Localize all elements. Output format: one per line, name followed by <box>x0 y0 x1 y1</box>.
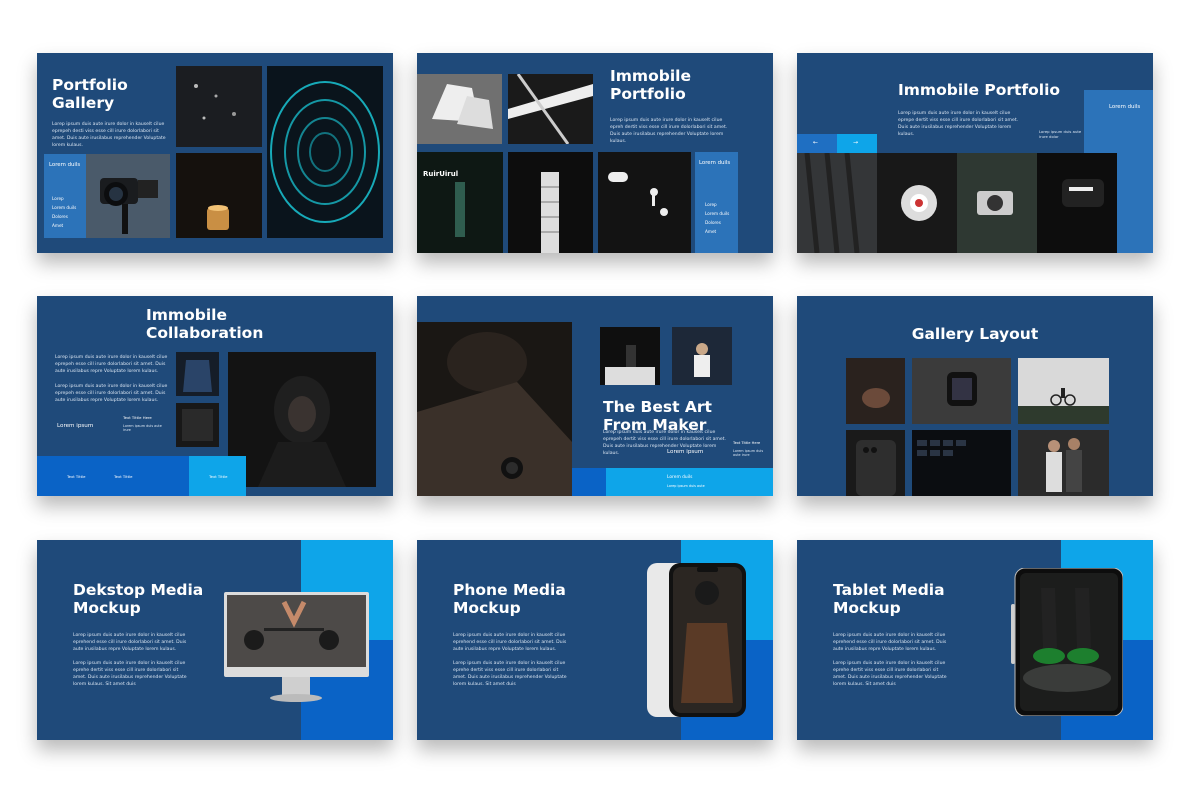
nav-left-button[interactable]: ← <box>797 134 837 153</box>
slide-tablet-mockup[interactable]: Tablet Media Mockup Lorep ipsum duis aut… <box>797 540 1153 740</box>
slide-body-2: Lorep ipsum duis aute irure dolor in kau… <box>453 661 567 688</box>
info-item: Lorem duils <box>705 211 730 216</box>
slide-title: Gallery Layout <box>911 325 1039 343</box>
tab-bar: Text Tittle Text Tittle <box>37 456 189 496</box>
watch-arm-photo <box>417 322 572 496</box>
denim-jacket-photo <box>176 352 219 396</box>
slide-gallery-layout[interactable]: Gallery Layout <box>797 296 1153 496</box>
slide-title: Portfolio Gallery <box>52 76 128 112</box>
bar-label: Lorem duils <box>667 475 693 480</box>
bottom-bar: Lorem duils Lorep ipsum duis aute <box>606 468 773 496</box>
slide-title: Tablet Media Mockup <box>833 581 945 617</box>
smartwatch-photo <box>1037 153 1117 253</box>
tunnel-photo <box>267 66 383 238</box>
bar-small: Lorep ipsum duis aute <box>667 484 705 488</box>
slide-best-art[interactable]: The Best Art From Maker Lorep ipsum duis… <box>417 296 773 496</box>
info-item: Lorem duils <box>52 205 77 210</box>
info-box-title: Lorem duils <box>49 162 81 168</box>
slide-desktop-mockup[interactable]: Dekstop Media Mockup Lorep ipsum duis au… <box>37 540 393 740</box>
info-item: Lorep <box>52 196 64 201</box>
nav-right-button[interactable]: → <box>837 134 877 153</box>
slide-title: Immobile Collaboration <box>146 306 264 342</box>
slide-title: Dekstop Media Mockup <box>73 581 204 617</box>
clothing-photo <box>176 403 219 447</box>
headphones-photo <box>877 153 957 253</box>
info-item: Dolores <box>705 220 721 225</box>
slide-body: Lorep ipsum duis aute irure dolor in kau… <box>52 122 166 149</box>
slide-immobile-portfolio[interactable]: Immobile Portfolio Lorep ipsum duis aute… <box>417 53 773 253</box>
info-box-title: Lorem duils <box>1109 104 1141 110</box>
info-small-text: Lorep ipsum duis aute irure dolor <box>1039 129 1082 139</box>
slide-title: Immobile Portfolio <box>898 81 1061 99</box>
bar-segment <box>572 468 606 496</box>
slide-body: Lorep ipsum duis aute irure dolor in kau… <box>898 111 1019 138</box>
mini-title: Text Tittle Here <box>733 441 761 445</box>
hooded-man-photo <box>228 352 376 487</box>
phone-device <box>647 563 746 717</box>
tab-active[interactable]: Text Tittle <box>189 456 246 496</box>
info-item: Amet <box>52 223 64 228</box>
candle-photo <box>176 153 262 238</box>
slide-body-2: Lorep ipsum duis aute irure dolor in kau… <box>55 384 168 404</box>
arrow-left-icon: ← <box>813 139 819 146</box>
info-item: Amet <box>705 229 717 234</box>
slide-body-1: Lorep ipsum duis aute irure dolor in kau… <box>55 355 168 375</box>
sneaker-photo <box>417 74 502 144</box>
hand-photo <box>846 358 905 424</box>
mini-title: Text Tittle Here <box>123 415 152 420</box>
slide-immobile-collaboration[interactable]: Immobile Collaboration Lorep ipsum duis … <box>37 296 393 496</box>
phone-photo <box>846 430 905 496</box>
tab-label[interactable]: Text Tittle <box>114 474 133 479</box>
dark-texture-photo <box>176 66 262 147</box>
slide-body-1: Lorep ipsum duis aute irure dolor in kau… <box>73 633 187 653</box>
info-box: Lorem duils Lorep Lorem duils Dolores Am… <box>695 152 738 253</box>
slide-body: Lorep ipsum duis aute irure dolor in kau… <box>610 118 728 145</box>
model-photo-2 <box>672 327 732 385</box>
slide-body-1: Lorep ipsum duis aute irure dolor in kau… <box>453 633 567 653</box>
neon-street-photo: RuirUirul <box>417 152 503 253</box>
camera-photo <box>86 154 170 238</box>
architecture-photo <box>508 74 593 144</box>
slide-body-2: Lorep ipsum duis aute irure dolor in kau… <box>833 661 947 688</box>
jacket-photo <box>797 153 877 253</box>
sign-text: RuirUirul <box>423 170 459 178</box>
info-item: Dolores <box>52 214 68 219</box>
tablet-device <box>1011 567 1124 717</box>
slide-body-1: Lorep ipsum duis aute irure dolor in kau… <box>833 633 947 653</box>
slide-phone-mockup[interactable]: Phone Media Mockup Lorep ipsum duis aute… <box>417 540 773 740</box>
label-text: Lorem ipsum <box>57 423 94 429</box>
earbuds-photo <box>598 152 691 253</box>
arrow-right-icon: → <box>853 139 859 146</box>
slide-immobile-portfolio-2[interactable]: Immobile Portfolio Lorep ipsum duis aute… <box>797 53 1153 253</box>
cyclist-photo <box>1018 358 1109 424</box>
slide-title: Phone Media Mockup <box>453 581 566 617</box>
stairs-photo <box>508 152 593 253</box>
slide-title: Immobile Portfolio <box>610 67 691 103</box>
mini-body: Lorem ipsum duis aute irure <box>733 449 764 457</box>
couple-photo <box>1018 430 1109 496</box>
label-text: Lorem ipsum <box>667 449 704 455</box>
slide-body-2: Lorep ipsum duis aute irure dolor in kau… <box>73 661 187 688</box>
tab-label[interactable]: Text Tittle <box>67 474 86 479</box>
info-box-title: Lorem duils <box>699 160 731 166</box>
desktop-monitor <box>224 592 369 707</box>
retro-camera-photo <box>957 153 1037 253</box>
keyboard-photo <box>912 430 1011 496</box>
tab-label: Text Tittle <box>209 474 228 479</box>
info-item: Lorep <box>705 202 717 207</box>
model-photo-1 <box>600 327 660 385</box>
mini-body: Lorem ipsum duis aute irure <box>123 424 162 432</box>
watch-photo <box>912 358 1011 424</box>
slide-portfolio-gallery[interactable]: Portfolio Gallery Lorep ipsum duis aute … <box>37 53 393 253</box>
info-box: Lorem duils Lorep Lorem duils Dolores Am… <box>44 154 86 238</box>
